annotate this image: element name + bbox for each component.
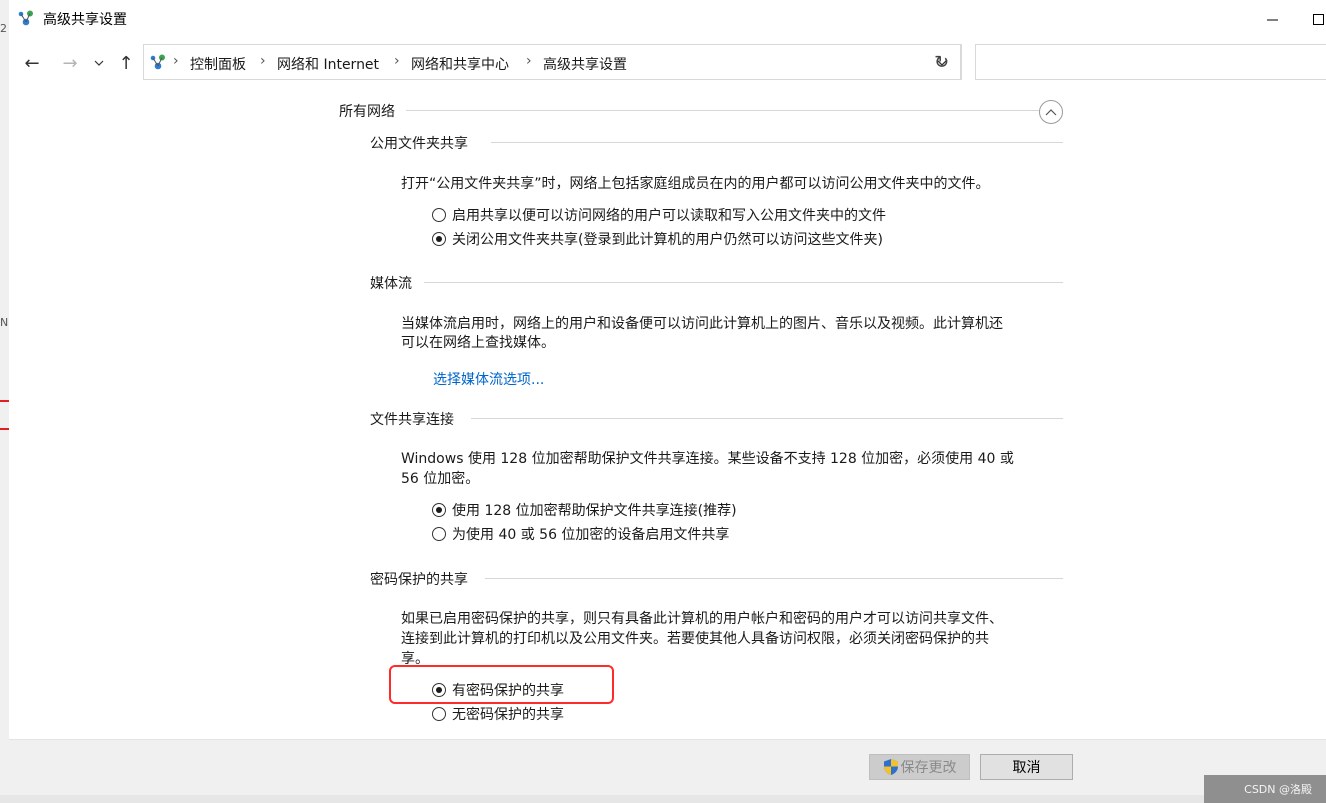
forward-button[interactable]: → <box>57 50 83 76</box>
divider <box>406 110 1039 111</box>
settings-content: 所有网络 公用文件夹共享 打开“公用文件夹共享”时，网络上包括家庭组成员在内的用… <box>9 84 1326 739</box>
option-label: 使用 128 位加密帮助保护文件共享连接(推荐) <box>452 503 737 519</box>
uac-shield-icon <box>883 759 898 775</box>
divider <box>485 578 1063 579</box>
section-title: 所有网络 <box>339 104 395 120</box>
file-sharing-description-line2: 56 位加密。 <box>401 471 480 487</box>
background-glyph: 2 <box>0 22 7 35</box>
public-folder-description: 打开“公用文件夹共享”时，网络上包括家庭组成员在内的用户都可以访问公用文件夹中的… <box>401 176 990 192</box>
breadcrumb-network-internet[interactable]: 网络和 Internet <box>277 54 379 74</box>
advanced-sharing-settings-window: 高级共享设置 ← → ↑ › 控制面板 › 网络和 Internet › 网络和… <box>9 0 1326 796</box>
encryption-128-option[interactable]: 使用 128 位加密帮助保护文件共享连接(推荐) <box>432 500 737 520</box>
cancel-label: 取消 <box>1012 760 1041 776</box>
annotation-highlight-box <box>389 665 614 704</box>
divider <box>491 142 1063 143</box>
search-input[interactable] <box>975 44 1326 80</box>
media-description-line2: 可以在网络上查找媒体。 <box>401 335 555 351</box>
cancel-button[interactable]: 取消 <box>980 754 1073 780</box>
file-sharing-description-line1: Windows 使用 128 位加密帮助保护文件共享连接。某些设备不支持 128… <box>401 451 1014 467</box>
divider <box>424 282 1063 283</box>
file-sharing-heading: 文件共享连接 <box>370 412 454 428</box>
chevron-down-icon <box>94 60 104 66</box>
radio-button[interactable] <box>432 503 446 517</box>
radio-button[interactable] <box>432 208 446 222</box>
chevron-up-icon <box>1045 108 1057 115</box>
breadcrumb-separator-icon[interactable]: › <box>173 53 179 69</box>
public-folder-heading: 公用文件夹共享 <box>370 136 468 152</box>
media-heading: 媒体流 <box>370 276 412 292</box>
collapse-section-button[interactable] <box>1039 100 1063 124</box>
up-button[interactable]: ↑ <box>113 50 139 76</box>
minimize-icon <box>1266 19 1278 20</box>
navigation-bar: ← → ↑ › 控制面板 › 网络和 Internet › 网络和共享中心 › … <box>9 42 1326 84</box>
arrow-up-icon: ↑ <box>118 52 134 74</box>
address-bar[interactable]: › 控制面板 › 网络和 Internet › 网络和共享中心 › 高级共享设置 <box>143 44 961 80</box>
password-description-line2: 连接到此计算机的打印机以及公用文件夹。若要使其他人具备访问权限，必须关闭密码保护… <box>401 631 989 647</box>
radio-button[interactable] <box>432 707 446 721</box>
arrow-right-icon: → <box>62 52 78 74</box>
breadcrumb-separator-icon[interactable]: › <box>260 53 266 69</box>
refresh-icon: ↻ <box>933 51 950 73</box>
encryption-40-56-option[interactable]: 为使用 40 或 56 位加密的设备启用文件共享 <box>432 524 729 544</box>
breadcrumb-separator-icon[interactable]: › <box>526 53 532 69</box>
background-red-mark <box>0 400 9 402</box>
back-button[interactable]: ← <box>19 50 45 76</box>
media-streaming-options-link[interactable]: 选择媒体流选项... <box>433 369 544 389</box>
refresh-button[interactable]: ↻ <box>922 44 962 80</box>
password-description-line1: 如果已启用密码保护的共享，则只有具备此计算机的用户帐户和密码的用户才可以访问共享… <box>401 611 1003 627</box>
maximize-button[interactable] <box>1295 0 1326 38</box>
network-icon <box>150 54 165 70</box>
breadcrumb-separator-icon[interactable]: › <box>394 53 400 69</box>
arrow-left-icon: ← <box>24 52 40 74</box>
save-changes-button[interactable]: 保存更改 <box>869 754 970 780</box>
breadcrumb-advanced-sharing[interactable]: 高级共享设置 <box>543 54 627 74</box>
public-folder-enable-option[interactable]: 启用共享以便可以访问网络的用户可以读取和写入公用文件夹中的文件 <box>432 205 886 225</box>
watermark: CSDN @洛殿 <box>1204 775 1326 803</box>
network-icon <box>18 10 33 26</box>
option-label: 无密码保护的共享 <box>452 707 564 723</box>
watermark-text: CSDN @洛殿 <box>1244 783 1312 796</box>
option-label: 启用共享以便可以访问网络的用户可以读取和写入公用文件夹中的文件 <box>452 208 886 224</box>
maximize-icon <box>1312 13 1324 25</box>
save-changes-label: 保存更改 <box>900 760 957 776</box>
breadcrumb-network-sharing-center[interactable]: 网络和共享中心 <box>411 54 509 74</box>
breadcrumb-control-panel[interactable]: 控制面板 <box>190 54 246 74</box>
window-title: 高级共享设置 <box>43 12 127 28</box>
option-label: 为使用 40 或 56 位加密的设备启用文件共享 <box>452 527 730 543</box>
option-label: 关闭公用文件夹共享(登录到此计算机的用户仍然可以访问这些文件夹) <box>452 232 883 248</box>
radio-button[interactable] <box>432 527 446 541</box>
minimize-button[interactable] <box>1249 0 1295 38</box>
no-password-option[interactable]: 无密码保护的共享 <box>432 704 564 724</box>
footer-bar: 保存更改 取消 <box>9 739 1326 796</box>
title-bar: 高级共享设置 <box>9 0 1326 38</box>
background-glyph: N <box>0 316 9 329</box>
password-heading: 密码保护的共享 <box>370 572 468 588</box>
media-description-line1: 当媒体流启用时，网络上的用户和设备便可以访问此计算机上的图片、音乐以及视频。此计… <box>401 316 1003 332</box>
divider <box>471 418 1063 419</box>
public-folder-disable-option[interactable]: 关闭公用文件夹共享(登录到此计算机的用户仍然可以访问这些文件夹) <box>432 229 883 249</box>
background-desktop-edge <box>0 795 1326 803</box>
recent-locations-button[interactable] <box>89 50 109 76</box>
background-red-mark <box>0 428 9 430</box>
radio-button[interactable] <box>432 232 446 246</box>
